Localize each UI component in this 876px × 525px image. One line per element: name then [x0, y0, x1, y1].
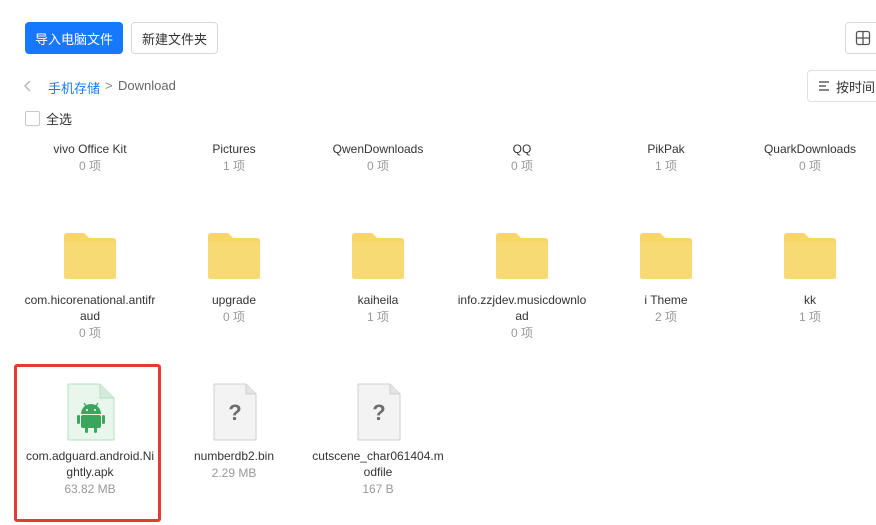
file-item-unknown[interactable]: ? numberdb2.bin 2.29 MB: [160, 382, 308, 482]
folder-icon: [640, 233, 692, 279]
file-meta: 0 项: [222, 310, 245, 324]
file-name: cutscene_char061404.modfile: [312, 449, 444, 479]
file-meta: 1 项: [222, 159, 245, 173]
file-name: QuarkDownloads: [763, 142, 857, 156]
file-name: vivo Office Kit: [53, 142, 127, 156]
file-item-folder[interactable]: i Theme 2 项: [592, 226, 740, 326]
file-name: QQ: [512, 142, 532, 156]
file-meta: 1 项: [798, 310, 821, 324]
folder-icon: [352, 233, 404, 279]
file-name: com.hicorenational.antifraud: [24, 293, 156, 323]
file-item-folder[interactable]: info.zzjdev.musicdownload 0 项: [448, 226, 596, 342]
file-meta: 0 项: [798, 159, 821, 173]
file-grid: vivo Office Kit 0 项 Pictures 1 项 QwenDow…: [0, 0, 876, 525]
file-meta: 63.82 MB: [64, 482, 116, 496]
folder-icon: [64, 233, 116, 279]
file-item-folder[interactable]: kaiheila 1 项: [304, 226, 452, 326]
file-meta: 0 项: [366, 159, 389, 173]
unknown-file-icon: ?: [213, 383, 257, 441]
file-name: com.adguard.android.Nightly.apk: [25, 449, 155, 479]
folder-icon: [784, 233, 836, 279]
file-name: kaiheila: [357, 293, 399, 307]
unknown-file-icon: ?: [357, 383, 401, 441]
svg-text:?: ?: [228, 400, 241, 425]
file-meta: 1 项: [654, 159, 677, 173]
folder-icon: [208, 233, 260, 279]
svg-text:?: ?: [372, 400, 385, 425]
file-item-unknown[interactable]: ? cutscene_char061404.modfile 167 B: [304, 382, 452, 498]
file-meta: 0 项: [510, 326, 533, 340]
file-item-folder[interactable]: kk 1 项: [736, 226, 876, 326]
file-name: QwenDownloads: [332, 142, 424, 156]
file-name: Pictures: [212, 142, 256, 156]
file-name: numberdb2.bin: [193, 449, 275, 463]
file-meta: 2 项: [654, 310, 677, 324]
file-meta: 1 项: [366, 310, 389, 324]
file-item-folder[interactable]: Pictures 1 项: [160, 141, 308, 175]
file-meta: 0 项: [510, 159, 533, 173]
file-name: PikPak: [647, 142, 685, 156]
file-meta: 167 B: [362, 482, 394, 496]
file-item-folder[interactable]: QwenDownloads 0 项: [304, 141, 452, 175]
file-item-folder[interactable]: QQ 0 项: [448, 141, 596, 175]
file-meta: 0 项: [78, 159, 101, 173]
file-name: kk: [804, 293, 816, 307]
file-item-folder[interactable]: QuarkDownloads 0 项: [736, 141, 876, 175]
file-item-folder[interactable]: upgrade 0 项: [160, 226, 308, 326]
file-item-folder[interactable]: com.hicorenational.antifraud 0 项: [16, 226, 164, 342]
file-meta: 0 项: [78, 326, 101, 340]
file-item-folder[interactable]: PikPak 1 项: [592, 141, 740, 175]
file-name: info.zzjdev.musicdownload: [457, 293, 587, 323]
folder-icon: [496, 233, 548, 279]
file-item-apk[interactable]: com.adguard.android.Nightly.apk 63.82 MB: [16, 382, 164, 498]
file-name: upgrade: [211, 293, 257, 307]
android-apk-icon: [67, 383, 115, 441]
file-meta: 2.29 MB: [211, 466, 257, 480]
file-name: i Theme: [644, 293, 688, 307]
file-item-folder[interactable]: vivo Office Kit 0 项: [16, 141, 164, 175]
